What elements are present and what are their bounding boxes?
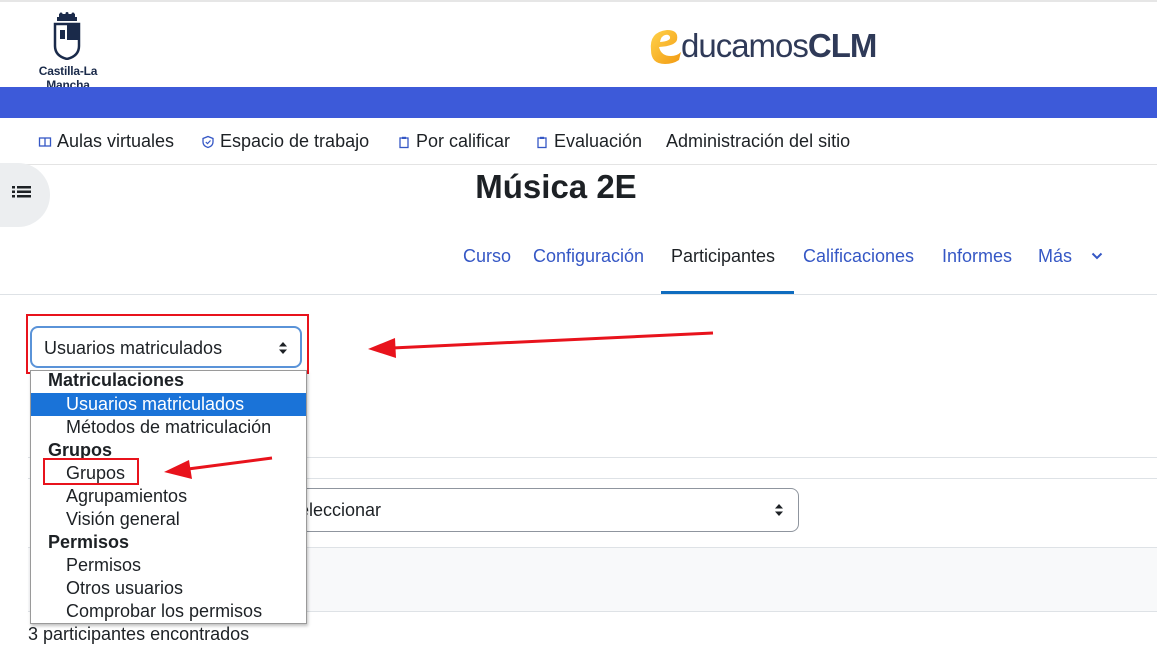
sort-arrows-icon (775, 504, 783, 516)
brand-word: ducamos (681, 27, 809, 64)
tab-informes[interactable]: Informes (942, 246, 1012, 267)
nav-por-calificar[interactable]: Por calificar (397, 131, 510, 152)
filter-select-value: eleccionar (299, 500, 382, 520)
secondary-navigation: Curso Configuración Participantes Califi… (0, 232, 1157, 295)
clipboard-icon (399, 136, 409, 148)
tab-configuracion[interactable]: Configuración (533, 246, 644, 267)
option-permisos[interactable]: Permisos (31, 554, 306, 577)
option-usuarios-matriculados[interactable]: Usuarios matriculados (31, 393, 306, 416)
course-title: Música 2E (475, 168, 637, 205)
tab-calificaciones[interactable]: Calificaciones (803, 246, 914, 267)
clipboard-check-icon (537, 136, 547, 148)
tab-mas[interactable]: Más (1038, 246, 1072, 267)
crest-icon (53, 12, 81, 60)
annotation-highlight-box (26, 314, 309, 374)
site-header: Castilla-La Mancha ducamosCLM (0, 2, 1157, 92)
annotation-arrow (368, 331, 714, 358)
brand-wordmark: ducamosCLM (681, 27, 877, 65)
nav-espacio-de-trabajo[interactable]: Espacio de trabajo (201, 131, 369, 152)
nav-administracion-del-sitio[interactable]: Administración del sitio (666, 131, 850, 152)
nav-label: Administración del sitio (666, 131, 851, 151)
annotation-highlight-box (43, 458, 139, 485)
primary-navigation: Aulas virtuales Espacio de trabajo Por c… (0, 118, 1157, 165)
book-icon (38, 136, 52, 147)
participants-count: 3 participantes encontrados (28, 624, 250, 644)
option-group-permisos: Permisos (48, 532, 130, 552)
option-agrupamientos[interactable]: Agrupamientos (31, 485, 306, 508)
nav-label: Aulas virtuales (57, 131, 175, 151)
tab-participantes[interactable]: Participantes (671, 246, 775, 267)
tab-curso[interactable]: Curso (463, 246, 511, 267)
nav-select-dropdown: Matriculaciones Usuarios matriculados Mé… (30, 370, 307, 624)
option-comprobar-los-permisos[interactable]: Comprobar los permisos (31, 600, 306, 623)
nav-aulas-virtuales[interactable]: Aulas virtuales (38, 131, 174, 152)
nav-label: Espacio de trabajo (220, 131, 370, 151)
nav-evaluacion[interactable]: Evaluación (535, 131, 642, 152)
chevron-down-icon[interactable] (1091, 252, 1103, 260)
nav-label: Evaluación (554, 131, 643, 151)
option-otros-usuarios[interactable]: Otros usuarios (31, 577, 306, 600)
brand-bold: CLM (807, 27, 877, 64)
option-metodos-de-matriculacion[interactable]: Métodos de matriculación (31, 416, 306, 439)
option-group-matriculaciones: Matriculaciones (48, 370, 185, 390)
e-swoosh-icon (650, 30, 681, 64)
castilla-la-mancha-logo[interactable]: Castilla-La Mancha (18, 12, 118, 92)
active-tab-indicator (661, 291, 794, 294)
shield-icon (202, 135, 214, 148)
blue-band (0, 87, 1157, 118)
option-vision-general[interactable]: Visión general (31, 508, 306, 531)
nav-label: Por calificar (416, 131, 511, 151)
